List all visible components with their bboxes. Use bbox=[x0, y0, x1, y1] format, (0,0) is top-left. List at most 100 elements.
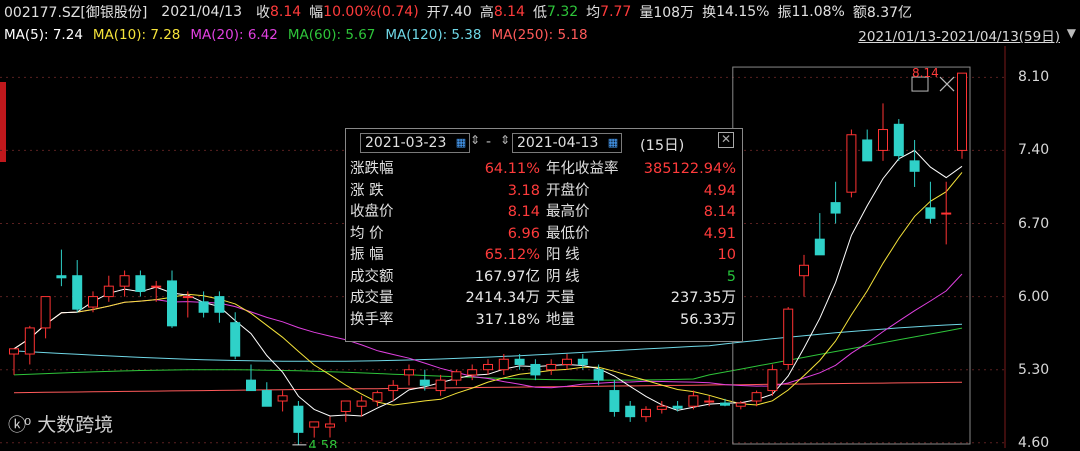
avg-value: 7.77 bbox=[600, 4, 632, 20]
candle-body bbox=[404, 369, 414, 376]
candle-body bbox=[325, 423, 335, 428]
stat-label: 成交量 bbox=[350, 290, 394, 306]
candle-body bbox=[182, 296, 193, 299]
amt-label: 额 bbox=[852, 5, 867, 21]
candle-body bbox=[277, 395, 288, 402]
candle-body bbox=[672, 405, 683, 409]
stat-value: 4.94 bbox=[703, 182, 736, 199]
close-value: 8.14 bbox=[270, 4, 302, 20]
date-range-link[interactable]: 2021/01/13-2021/04/13(59日) bbox=[858, 25, 1060, 45]
y-axis-tick: 4.60 bbox=[1018, 434, 1050, 451]
candle-body bbox=[340, 400, 351, 412]
stat-value: 6.96 bbox=[507, 225, 540, 242]
stat-label: 均 价 bbox=[350, 225, 384, 242]
panel-header: 2021-03-23 ▦ ⇕ - ⇕ 2021-04-13 ▦ (15日) ✕ bbox=[346, 129, 742, 155]
ma120-label[interactable]: MA(120): 5.38 bbox=[385, 27, 481, 43]
candle-body bbox=[467, 369, 478, 376]
high-label: 高 bbox=[479, 5, 494, 21]
vol-label: 量 bbox=[639, 5, 654, 21]
candle-body bbox=[656, 405, 667, 410]
candle-body bbox=[735, 402, 746, 407]
stat-label: 最低价 bbox=[546, 225, 590, 242]
candle-body bbox=[198, 301, 209, 313]
candle-body bbox=[783, 308, 794, 365]
y-axis-tick: 6.70 bbox=[1018, 215, 1050, 232]
ma5-label[interactable]: MA(5): 7.24 bbox=[4, 27, 83, 43]
candle-body bbox=[167, 280, 177, 327]
candle-body bbox=[246, 379, 256, 392]
open-label: 开 bbox=[426, 5, 441, 21]
amp-value: 11.08% bbox=[791, 4, 845, 20]
ma250-label[interactable]: MA(250): 5.18 bbox=[492, 27, 588, 43]
stat-value: 64.11% bbox=[484, 161, 540, 177]
candle-body bbox=[720, 402, 730, 406]
quote-header: 002177.SZ[御银股份] 2021/04/13 收 8.14 幅 10.0… bbox=[0, 0, 1080, 24]
candle-body bbox=[767, 369, 778, 392]
stat-value: 65.12% bbox=[484, 247, 540, 263]
ma60-label[interactable]: MA(60): 5.67 bbox=[288, 27, 376, 43]
candle-body bbox=[88, 296, 98, 308]
candle-body bbox=[799, 264, 809, 277]
close-icon[interactable]: ✕ bbox=[718, 132, 734, 148]
ma20-label[interactable]: MA(20): 6.42 bbox=[190, 27, 278, 43]
stat-value: 385122.94% bbox=[643, 161, 736, 177]
candle-body bbox=[119, 275, 130, 287]
open-value: 7.40 bbox=[440, 4, 472, 20]
ma10-label[interactable]: MA(10): 7.28 bbox=[93, 27, 181, 43]
candle-body bbox=[814, 238, 825, 256]
candle-body bbox=[230, 322, 241, 357]
candle-body bbox=[419, 379, 430, 386]
close-selection-icon[interactable] bbox=[939, 76, 955, 92]
calendar-icon[interactable]: ▦ bbox=[453, 134, 469, 152]
stat-value: 3.18 bbox=[507, 182, 540, 199]
candle-body bbox=[909, 160, 920, 172]
candle-body bbox=[498, 358, 509, 371]
turn-value: 14.15% bbox=[716, 4, 770, 20]
end-date-stepper-icon[interactable]: ⇕ bbox=[500, 133, 510, 147]
candle-body bbox=[878, 129, 888, 151]
low-label: 低 bbox=[533, 5, 547, 21]
y-axis-tick: 8.10 bbox=[1018, 69, 1050, 86]
candle-body bbox=[214, 296, 225, 313]
start-date-input[interactable]: 2021-03-23 ▦ bbox=[360, 133, 470, 153]
candle-body bbox=[56, 275, 67, 279]
candle-body bbox=[356, 400, 367, 407]
candle-body bbox=[151, 285, 162, 288]
candle-body bbox=[688, 395, 699, 407]
y-axis-tick: 6.00 bbox=[1018, 288, 1050, 305]
stat-label: 最高价 bbox=[546, 204, 590, 220]
stat-label: 涨 跌 bbox=[350, 182, 384, 199]
dropdown-arrow-icon[interactable]: ▼ bbox=[1067, 26, 1076, 40]
candle-body bbox=[40, 296, 51, 329]
stat-value: 56.33万 bbox=[679, 311, 736, 328]
candle-body bbox=[546, 363, 557, 371]
candle-body bbox=[641, 408, 651, 418]
stock-code[interactable]: 002177.SZ[御银股份] bbox=[4, 2, 147, 22]
stat-label: 收盘价 bbox=[350, 204, 394, 220]
candle-body bbox=[625, 405, 636, 418]
stat-value: 10 bbox=[717, 247, 736, 263]
avg-label: 均 bbox=[586, 5, 601, 21]
end-date-input[interactable]: 2021-04-13 ▦ bbox=[512, 133, 622, 153]
stat-value: 8.14 bbox=[507, 204, 540, 220]
high-annotation: 8.14 bbox=[912, 66, 939, 80]
close-label: 收 bbox=[256, 5, 270, 21]
stat-label: 换手率 bbox=[350, 311, 394, 328]
y-axis-tick: 7.40 bbox=[1018, 142, 1050, 159]
candle-body bbox=[593, 369, 604, 381]
candle-body bbox=[514, 358, 525, 365]
candle-body bbox=[846, 134, 857, 193]
candle-body bbox=[103, 285, 114, 298]
candle-body bbox=[830, 202, 841, 214]
start-date-stepper-icon[interactable]: ⇕ bbox=[470, 133, 480, 147]
chg-value: 10.00%(0.74) bbox=[323, 4, 419, 20]
stat-label: 阳 线 bbox=[546, 247, 580, 263]
stat-label: 涨跌幅 bbox=[350, 161, 394, 177]
candle-body bbox=[135, 275, 146, 292]
candle-body bbox=[957, 72, 967, 151]
candle-body bbox=[435, 379, 446, 392]
candle-body bbox=[751, 392, 762, 402]
start-date-text: 2021-03-23 bbox=[365, 135, 447, 151]
calendar-icon[interactable]: ▦ bbox=[605, 134, 621, 152]
logo-text: 大数跨境 bbox=[37, 414, 114, 436]
